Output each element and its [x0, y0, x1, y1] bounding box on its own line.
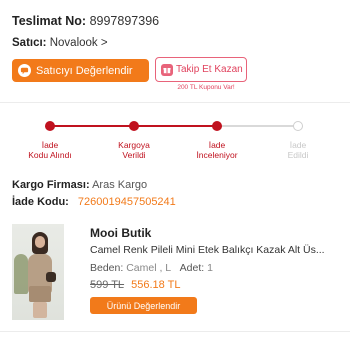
tracking-dot-4 [293, 121, 303, 131]
cargo-company-label: Kargo Firması: [12, 179, 90, 191]
tracking-dot-1 [45, 121, 55, 131]
gift-icon [161, 63, 173, 76]
tracking-line-2 [135, 125, 217, 127]
new-price: 556.18 TL [131, 279, 181, 291]
product-variant: Beden: Camel , L Adet: 1 [90, 262, 213, 274]
size-label: Beden: [90, 262, 124, 274]
tracking-step-2: Kargoya Verildi [118, 140, 150, 160]
tracking-dot-2 [129, 121, 139, 131]
chat-bubble-icon [18, 64, 31, 77]
delivery-number-label: Teslimat No: [12, 14, 87, 28]
rate-seller-button[interactable]: Satıcıyı Değerlendir [12, 59, 149, 82]
cargo-company-row: Kargo Firması: Aras Kargo [12, 179, 147, 191]
tracking-dot-3 [212, 121, 222, 131]
rate-seller-label: Satıcıyı Değerlendir [36, 64, 133, 77]
rate-product-button[interactable]: Ürünü Değerlendir [90, 297, 197, 314]
return-code-value[interactable]: 7260019457505241 [78, 196, 176, 208]
tracking-line-1 [50, 125, 135, 127]
product-name[interactable]: Camel Renk Pileli Mini Etek Balıkçı Kaza… [90, 244, 342, 256]
product-brand[interactable]: Mooi Butik [90, 226, 151, 240]
seller-label: Satıcı: [12, 37, 47, 49]
seller-name[interactable]: Novalook [50, 37, 98, 49]
divider [0, 102, 350, 103]
divider [0, 331, 350, 332]
chevron-right-icon: > [100, 37, 108, 49]
quantity-value: 1 [207, 262, 213, 274]
tracking-line-3 [217, 125, 299, 127]
return-code-row: İade Kodu: 7260019457505241 [12, 196, 176, 208]
return-code-label: İade Kodu: [12, 196, 69, 208]
product-price: 599 TL 556.18 TL [90, 279, 180, 291]
size-value: Camel , L [126, 262, 171, 274]
seller-row[interactable]: Satıcı: Novalook > [12, 37, 108, 49]
tracking-step-1: İade Kodu Alındı [28, 140, 72, 160]
delivery-number-row: Teslimat No: 8997897396 [12, 14, 159, 28]
follow-win-button[interactable]: Takip Et Kazan [155, 57, 247, 82]
follow-win-label: Takip Et Kazan [176, 64, 243, 75]
product-image[interactable] [12, 224, 64, 320]
coupon-note: 200 TL Kuponu Var! [177, 84, 235, 91]
tracking-step-3: İade İnceleniyor [196, 140, 238, 160]
cargo-company-name: Aras Kargo [92, 179, 148, 191]
delivery-number-value: 8997897396 [89, 14, 160, 28]
quantity-label: Adet: [179, 262, 205, 274]
tracking-step-4: İade Edildi [287, 140, 309, 160]
old-price: 599 TL [90, 279, 125, 291]
